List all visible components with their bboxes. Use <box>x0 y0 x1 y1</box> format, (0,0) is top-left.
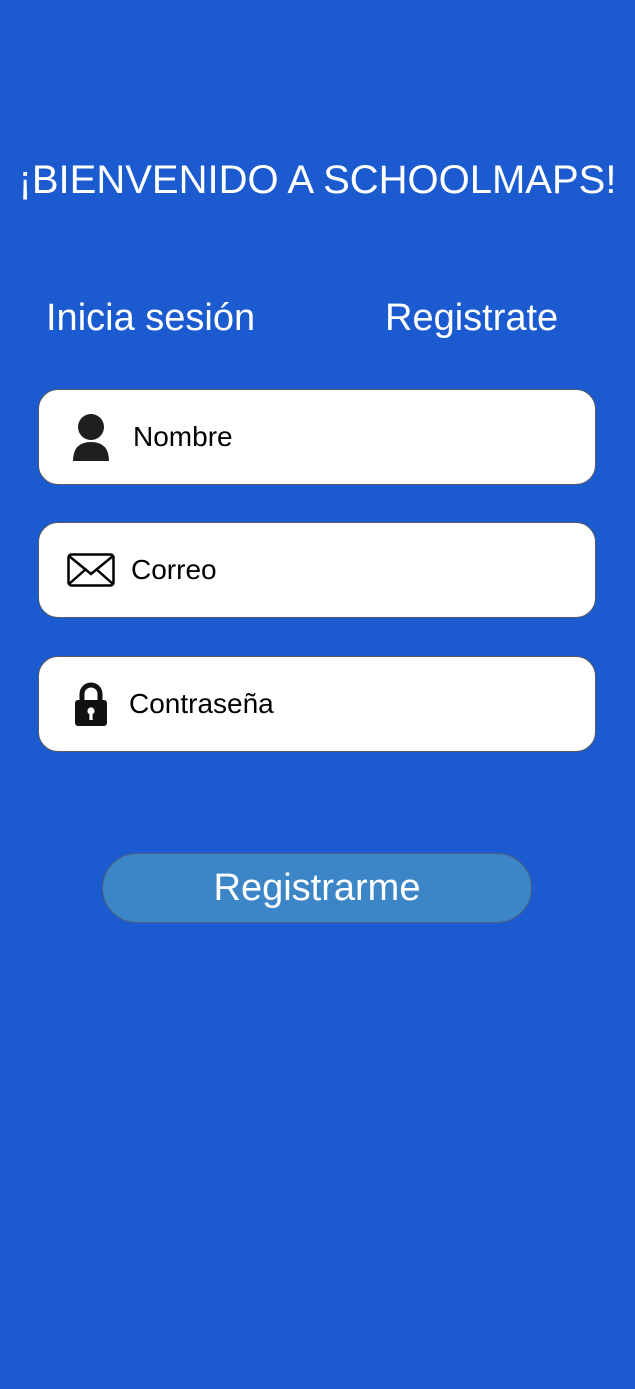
name-field[interactable] <box>38 389 596 485</box>
page-title: ¡BIENVENIDO A SCHOOLMAPS! <box>18 158 617 202</box>
user-icon <box>69 390 113 484</box>
password-input[interactable] <box>129 677 569 731</box>
tab-register[interactable]: Registrate <box>385 292 558 344</box>
name-input[interactable] <box>133 410 573 464</box>
lock-icon <box>73 657 109 751</box>
email-input[interactable] <box>131 543 571 597</box>
email-field[interactable] <box>38 522 596 618</box>
envelope-icon <box>65 523 117 617</box>
tab-login[interactable]: Inicia sesión <box>46 292 255 344</box>
register-button[interactable]: Registrarme <box>102 853 532 923</box>
password-field[interactable] <box>38 656 596 752</box>
